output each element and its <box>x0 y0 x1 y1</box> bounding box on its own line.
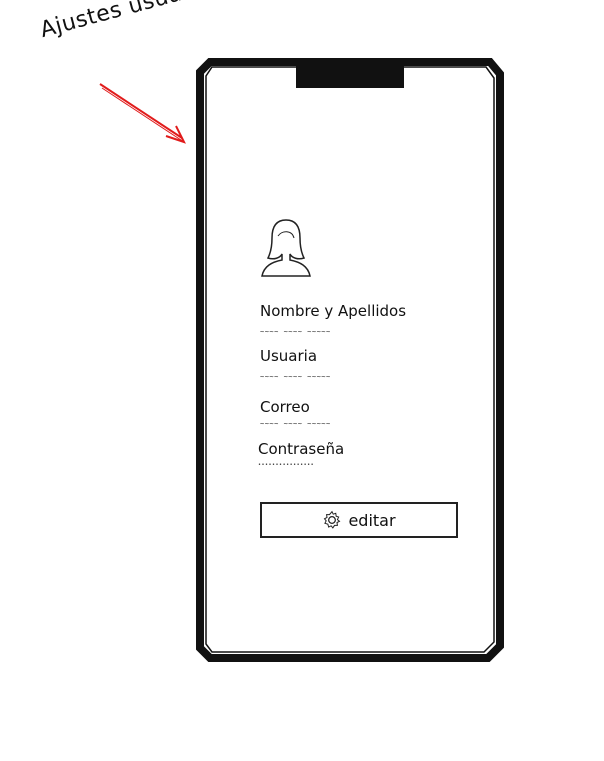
phone-frame <box>196 58 504 662</box>
field-label-name: Nombre y Apellidos <box>260 302 407 320</box>
edit-button-label: editar <box>348 510 396 530</box>
field-label-user: Usuaria <box>260 347 318 365</box>
field-label-email: Correo <box>260 398 310 416</box>
field-value-password[interactable]: •••••••••••••••• <box>258 462 314 468</box>
annotation-label: Ajustes usuario <box>37 0 215 43</box>
annotation-arrow <box>99 83 186 144</box>
phone-notch <box>296 62 404 88</box>
edit-button[interactable]: editar <box>260 502 458 538</box>
field-value-email[interactable]: ~~~~ ~~~~ ~~~~~ <box>260 420 331 428</box>
gear-icon <box>324 510 341 529</box>
field-label-password: Contraseña <box>258 440 345 458</box>
field-value-name[interactable]: ~~~~ ~~~~ ~~~~~ <box>260 328 331 336</box>
user-avatar-icon <box>261 219 311 277</box>
field-value-user[interactable]: ~~~~ ~~~~ ~~~~~ <box>260 373 331 381</box>
